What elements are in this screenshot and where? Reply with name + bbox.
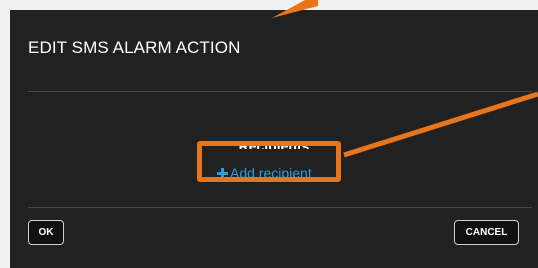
add-recipient-label: Add recipient xyxy=(230,165,312,181)
footer-divider xyxy=(28,207,532,208)
edit-sms-alarm-action-dialog: EDIT SMS ALARM ACTION Recipients Add rec… xyxy=(10,10,538,268)
plus-icon xyxy=(217,167,228,179)
ok-button[interactable]: OK xyxy=(28,220,64,245)
cancel-button[interactable]: CANCEL xyxy=(454,220,519,245)
recipients-label: Recipients xyxy=(238,138,310,149)
header-divider xyxy=(28,91,532,92)
screenshot-stage: EDIT SMS ALARM ACTION Recipients Add rec… xyxy=(0,0,538,268)
add-recipient-link[interactable]: Add recipient xyxy=(217,158,312,188)
dialog-title: EDIT SMS ALARM ACTION xyxy=(28,38,241,57)
